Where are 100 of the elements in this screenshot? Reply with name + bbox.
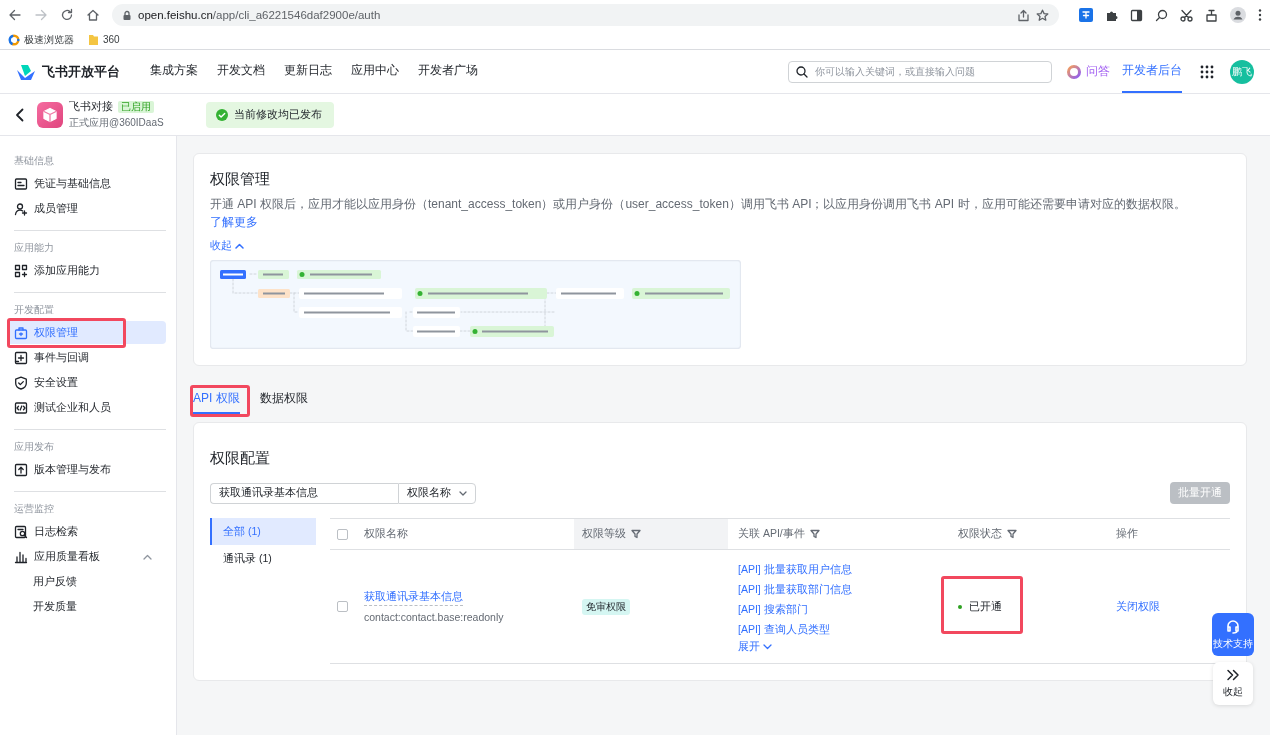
menu-item-label: 权限管理 (34, 325, 78, 340)
menu-item-icon (14, 400, 28, 415)
checkbox[interactable] (337, 528, 348, 540)
address-bar[interactable]: open.feishu.cn/app/cli_a6221546daf2900e/auth (112, 4, 1059, 26)
section-title: 开发配置 (13, 303, 55, 317)
scope-text: contact:contact.base:readonly (364, 611, 505, 623)
lock-icon (122, 9, 132, 21)
reload-icon[interactable] (60, 8, 74, 22)
category-item[interactable]: 全部 (1) (210, 518, 316, 545)
translate-icon[interactable] (1079, 8, 1093, 22)
menu-item-icon (14, 350, 28, 365)
ring-icon (1066, 63, 1082, 80)
ask-link[interactable]: 问答 (1086, 63, 1110, 80)
menu-item-icon (14, 325, 28, 340)
menu-item[interactable]: 权限管理 (7, 321, 166, 344)
share-icon[interactable] (1017, 8, 1030, 22)
menu-item[interactable]: 日志检索 (7, 520, 166, 543)
column-header: 权限名称 (364, 527, 408, 541)
browser-logo-icon (8, 33, 20, 46)
menu-item[interactable]: 添加应用能力 (7, 259, 166, 282)
notice-text: 当前修改均已发布 (233, 107, 322, 122)
api-link[interactable]: [API] 批量获取用户信息 (738, 559, 852, 579)
menu-item-label: 开发质量 (33, 599, 77, 614)
menu-item[interactable]: 测试企业和人员 (7, 396, 166, 419)
column-header: 关联 API/事件 (738, 527, 805, 541)
collapse-link[interactable]: 收起 (210, 239, 244, 253)
menu-item[interactable]: 版本管理与发布 (7, 458, 166, 481)
menu-item-icon (14, 462, 28, 477)
tab[interactable]: API 权限 (193, 384, 240, 414)
category-item[interactable]: 通讯录 (1) (210, 545, 316, 572)
back-icon[interactable] (15, 107, 25, 122)
support-button[interactable]: 技术支持 (1212, 613, 1254, 656)
menu-item[interactable]: 开发质量 (7, 595, 166, 618)
nav-link[interactable]: 更新日志 (284, 50, 332, 93)
menu-item-label: 成员管理 (34, 201, 78, 216)
column-header: 权限等级 (582, 527, 626, 541)
filter-icon[interactable] (631, 529, 641, 539)
menu-item-label: 凭证与基础信息 (34, 176, 111, 191)
menu-item-label: 版本管理与发布 (34, 462, 111, 477)
api-link[interactable]: [API] 搜索部门 (738, 599, 808, 619)
status-badge: 已启用 (118, 100, 154, 113)
profile-icon[interactable] (1230, 7, 1246, 23)
filter-icon[interactable] (1007, 529, 1017, 539)
menu-item-label: 用户反馈 (33, 574, 77, 589)
menu-item[interactable]: 用户反馈 (7, 570, 166, 593)
search-icon (796, 65, 808, 78)
address-text: open.feishu.cn/app/cli_a6221546daf2900e/auth (138, 9, 382, 21)
chevron-up-icon (235, 243, 244, 249)
close-permission-link[interactable]: 关闭权限 (1116, 599, 1160, 614)
star-icon[interactable] (1036, 8, 1049, 22)
back-icon[interactable] (8, 8, 22, 22)
collapse-button[interactable]: 收起 (1213, 662, 1253, 705)
cube-icon (42, 106, 58, 123)
more-icon[interactable] (1258, 8, 1262, 22)
api-link[interactable]: [API] 批量获取部门信息 (738, 579, 852, 599)
menu-item-label: 日志检索 (34, 524, 78, 539)
nav-link[interactable]: 开发者广场 (418, 50, 478, 93)
side-panel-icon[interactable] (1130, 8, 1143, 22)
search-icon[interactable] (1155, 8, 1168, 22)
permission-name-link[interactable]: 获取通讯录基本信息 (364, 590, 463, 606)
nav-link[interactable]: 开发文档 (217, 50, 265, 93)
menu-item[interactable]: 应用质量看板 (7, 545, 166, 568)
menu-item-icon (14, 375, 28, 390)
api-link[interactable]: [API] 查询人员类型 (738, 619, 830, 639)
description-text: 开通 API 权限后，应用才能以应用身份（tenant_access_token）或用户身份（user_access_token）调用飞书 API；以应用身份调用飞书 API 时，应用可能还需要申请对应的数据权限。 了解更多 (210, 196, 1187, 231)
section-title: 运营监控 (13, 502, 55, 516)
tab[interactable]: 数据权限 (259, 384, 308, 414)
menu-item-label: 测试企业和人员 (34, 400, 111, 415)
cleaner-icon[interactable] (1205, 8, 1218, 22)
expand-button[interactable]: 展开 (738, 640, 772, 654)
search-field[interactable]: 获取通讯录基本信息 (210, 482, 398, 504)
scissors-icon[interactable] (1180, 8, 1193, 22)
section-title: 基础信息 (13, 154, 55, 168)
status-text: 已开通 (969, 599, 1002, 614)
menu-item[interactable]: 凭证与基础信息 (7, 172, 170, 195)
search-type-select[interactable]: 权限名称 (398, 482, 476, 504)
app-subtitle: 正式应用@360IDaaS (69, 115, 164, 130)
column-header: 权限状态 (958, 527, 1002, 541)
filter-icon[interactable] (809, 529, 820, 539)
checkbox[interactable] (337, 601, 348, 612)
nav-link[interactable]: 应用中心 (351, 50, 399, 93)
menu-item-label: 安全设置 (34, 375, 78, 390)
menu-item[interactable]: 安全设置 (7, 371, 166, 394)
headset-icon (1226, 618, 1240, 634)
menu-item-label: 添加应用能力 (34, 263, 100, 278)
nav-link[interactable]: 集成方案 (150, 50, 198, 93)
menu-item[interactable]: 事件与回调 (7, 346, 166, 369)
home-icon[interactable] (86, 8, 100, 22)
chevron-down-icon (763, 644, 772, 650)
card-title: 权限配置 (210, 449, 271, 468)
logo-icon (16, 63, 36, 80)
learn-more-link[interactable]: 了解更多 (210, 215, 258, 229)
menu-item[interactable]: 成员管理 (7, 197, 170, 220)
menu-item-icon (14, 176, 28, 191)
grid-icon[interactable] (1200, 64, 1214, 79)
bookmark-link[interactable]: 极速浏览器 (24, 32, 74, 47)
level-tag: 免审权限 (582, 598, 630, 615)
menu-item-icon (14, 549, 28, 564)
search-field[interactable]: 你可以输入关键词，或直接输入问题 (788, 60, 1052, 83)
bookmark-link[interactable]: 360 (103, 34, 120, 45)
